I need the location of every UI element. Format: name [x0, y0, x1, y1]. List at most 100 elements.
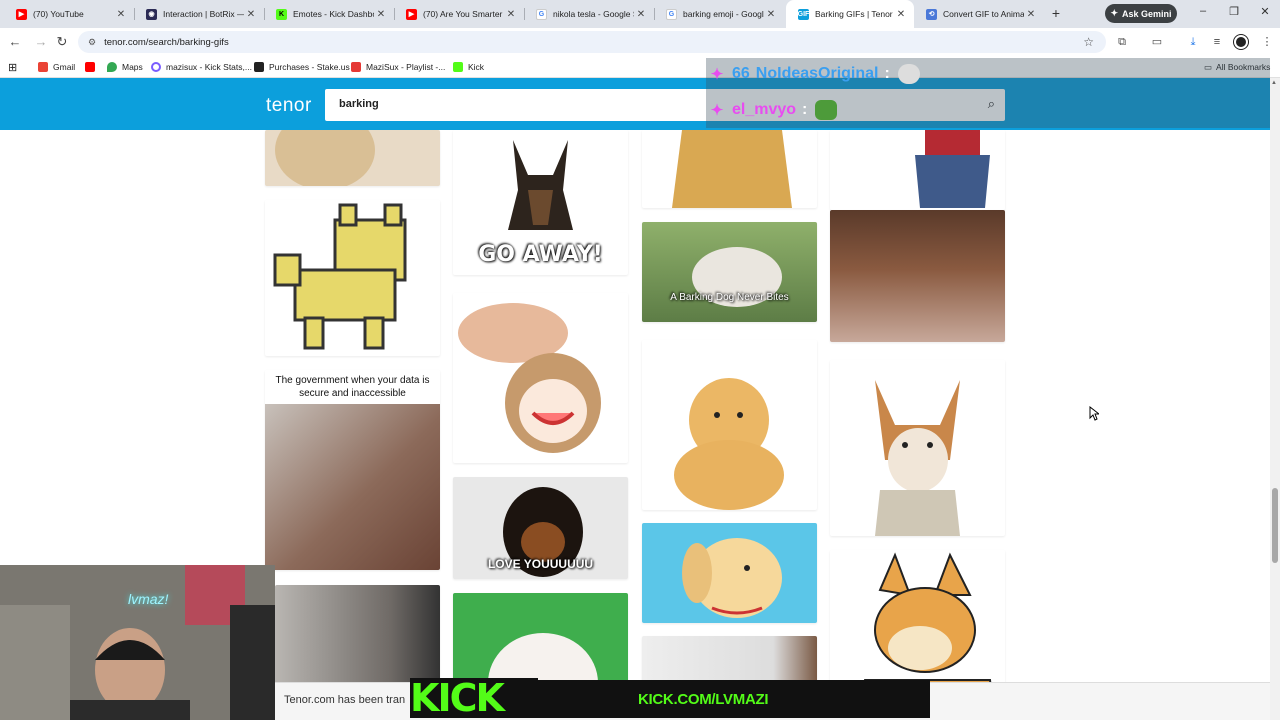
gif-government[interactable]: The government when your data is secure …: [265, 370, 440, 570]
tab-label: Interaction | BotRix — ...: [163, 9, 244, 19]
close-icon[interactable]: ✕: [374, 9, 388, 20]
ask-gemini-button[interactable]: ✦ Ask Gemini: [1105, 4, 1177, 23]
media-icon[interactable]: ≡: [1210, 35, 1224, 49]
gif-golden-dog[interactable]: [642, 130, 817, 208]
profile-avatar[interactable]: [1234, 35, 1248, 49]
kickstats-icon: [151, 62, 161, 72]
ghost-emote-icon: [897, 64, 920, 84]
extensions-icon[interactable]: ⧉: [1115, 35, 1129, 49]
tab-kick-dashboard[interactable]: K Emotes - Kick Dashboa... ✕: [264, 0, 394, 28]
kick-channel-url: KICK.COM/LVMAZI: [638, 691, 769, 708]
cartoon-dog-illustration: [682, 538, 782, 618]
tab-label: Convert GIF to Animate...: [943, 9, 1024, 19]
close-icon[interactable]: ✕: [634, 9, 648, 20]
tab-botrix[interactable]: ◉ Interaction | BotRix — ... ✕: [134, 0, 264, 28]
google-icon: G: [666, 8, 677, 20]
pomeranian-illustration: [674, 378, 784, 510]
maps-icon: [107, 62, 117, 72]
chat-separator: :: [884, 65, 890, 82]
convert-icon: ⟲: [926, 8, 937, 20]
youtube-icon: ▶: [406, 8, 417, 20]
scrollbar-thumb[interactable]: [1272, 488, 1278, 563]
scroll-up-icon[interactable]: ▲: [1271, 80, 1277, 86]
anime-girl-illustration: [458, 303, 601, 453]
tab-label: Barking GIFs | Tenor: [815, 9, 893, 19]
new-tab-button[interactable]: +: [1048, 5, 1064, 21]
tab-google-tesla[interactable]: G nikola tesla - Google Se... ✕: [524, 0, 654, 28]
download-icon[interactable]: ⤓: [1186, 35, 1200, 49]
playlist-icon: [351, 62, 361, 72]
close-icon[interactable]: ✕: [894, 9, 908, 20]
kick-badge-icon: ✦: [710, 66, 724, 83]
webcam-overlay: lvmaz!: [0, 565, 275, 720]
browser-toolbar: ← → ↻ ⚙ tenor.com/search/barking-gifs ☆ …: [0, 28, 1280, 56]
gif-barking-dog-never-bites[interactable]: A Barking Dog Never Bites: [642, 222, 817, 322]
tab-youtube-smarter[interactable]: ▶ (70) Are You Smarter Th... ✕: [394, 0, 524, 28]
tab-youtube[interactable]: ▶ (70) YouTube ✕: [4, 0, 134, 28]
page-scrollbar[interactable]: ▲: [1270, 78, 1280, 720]
address-bar[interactable]: ⚙ tenor.com/search/barking-gifs ☆: [78, 31, 1106, 53]
gif-rottweiler-love[interactable]: LOVE YOUUUUUU: [453, 477, 628, 579]
dog-illustration: [275, 130, 375, 186]
close-icon[interactable]: ✕: [764, 9, 778, 20]
gif-go-away[interactable]: GO AWAY!: [453, 130, 628, 275]
chat-username: NoIdeasOriginal: [755, 65, 879, 82]
gif-cartoon-dog[interactable]: [642, 523, 817, 623]
site-info-icon[interactable]: ⚙: [88, 37, 96, 48]
cast-icon[interactable]: ▭: [1150, 35, 1164, 49]
bookmark-star-icon[interactable]: ☆: [1083, 35, 1094, 49]
ask-gemini-label: Ask Gemini: [1122, 8, 1172, 19]
youtube-icon: ▶: [16, 8, 27, 20]
bookmark-stake[interactable]: Purchases - Stake.us: [254, 60, 350, 74]
mouse-cursor-icon: [1089, 406, 1099, 421]
gif-brown-dog-legs[interactable]: [830, 210, 1005, 342]
bookmark-youtube[interactable]: [85, 60, 100, 74]
close-icon[interactable]: ✕: [504, 9, 518, 20]
bookmark-maps[interactable]: Maps: [107, 60, 143, 74]
gif-corgi[interactable]: [830, 360, 1005, 536]
pepe-emote-icon: [815, 100, 838, 120]
url-text: tenor.com/search/barking-gifs: [104, 36, 229, 48]
gif-anime-legs[interactable]: [830, 130, 1005, 210]
forward-icon[interactable]: →: [33, 34, 49, 50]
tab-label: barking emoji - Google ...: [683, 9, 764, 19]
google-icon: G: [536, 8, 547, 20]
kick-logo-text: KICK: [410, 678, 538, 718]
white-dog-illustration: [692, 247, 782, 307]
bookmark-kick[interactable]: Kick: [453, 60, 484, 74]
tenor-icon: GIF: [797, 8, 810, 20]
gif-pixel-shiba[interactable]: [265, 200, 440, 356]
gif-pomeranian[interactable]: [642, 340, 817, 510]
gif-caption: LOVE YOUUUUUU: [487, 557, 594, 571]
tab-google-barking[interactable]: G barking emoji - Google ... ✕: [654, 0, 784, 28]
gif-anime-dog-girl[interactable]: [453, 293, 628, 463]
apps-icon[interactable]: ⊞: [8, 60, 17, 74]
gmail-icon: [38, 62, 48, 72]
tab-tenor[interactable]: GIF Barking GIFs | Tenor ✕: [786, 0, 914, 28]
back-icon[interactable]: ←: [7, 34, 23, 50]
menu-icon[interactable]: ⋮: [1260, 35, 1274, 49]
tenor-logo[interactable]: tenor: [266, 95, 312, 117]
gif-caption: The government when your data is secure …: [275, 375, 430, 399]
webcam-neon-sign: lvmaz!: [128, 591, 169, 607]
close-window-icon[interactable]: ✕: [1258, 5, 1272, 18]
minimize-icon[interactable]: –: [1196, 5, 1210, 17]
bookmark-playlist[interactable]: MaziSux - Playlist -...: [351, 60, 445, 74]
restore-icon[interactable]: ❐: [1227, 5, 1241, 18]
golden-dog-illustration: [672, 130, 792, 208]
tab-convert-gif[interactable]: ⟲ Convert GIF to Animate... ✕: [914, 0, 1044, 28]
close-icon[interactable]: ✕: [114, 9, 128, 20]
bookmark-kickstats[interactable]: mazisux - Kick Stats,...: [151, 60, 252, 74]
youtube-icon: [85, 62, 95, 72]
gif-dog-top[interactable]: [265, 130, 440, 186]
stream-chat-overlay: ✦ 66 NoIdeasOriginal : ✦ el_mvyo :: [706, 58, 1270, 128]
close-icon[interactable]: ✕: [244, 9, 258, 20]
bookmark-gmail[interactable]: Gmail: [38, 60, 75, 74]
tab-label: Emotes - Kick Dashboa...: [293, 9, 374, 19]
chat-badge: 66: [732, 65, 750, 82]
reload-icon[interactable]: ↻: [54, 34, 70, 50]
chat-message: ✦ 66 NoIdeasOriginal :: [706, 60, 920, 88]
tab-label: (70) Are You Smarter Th...: [423, 9, 504, 19]
close-icon[interactable]: ✕: [1024, 9, 1038, 20]
kick-badge-icon: ✦: [710, 102, 724, 119]
